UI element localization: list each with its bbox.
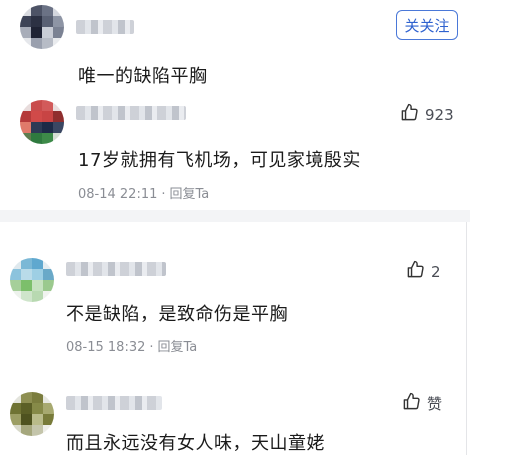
reply-link[interactable]: 回复Ta — [170, 187, 210, 202]
username-blurred[interactable] — [66, 396, 162, 410]
like-count: 923 — [425, 105, 454, 124]
like-button[interactable]: 2 — [406, 260, 441, 283]
thread-border — [466, 222, 467, 455]
avatar[interactable] — [20, 5, 64, 49]
thumbs-up-icon — [402, 392, 421, 415]
like-label: 赞 — [427, 395, 443, 413]
comment-text: 17岁就拥有飞机场，可见家境殷实 — [78, 150, 361, 171]
comment-text: 唯一的缺陷平胸 — [78, 66, 208, 87]
like-button[interactable]: 赞 — [402, 392, 442, 415]
comment-text: 不是缺陷，是致命伤是平胸 — [66, 304, 288, 325]
reply-link[interactable]: 回复Ta — [158, 340, 198, 355]
avatar[interactable] — [20, 100, 64, 144]
comment-date: 08-14 22:11 — [78, 187, 158, 202]
comment-date: 08-15 18:32 — [66, 340, 146, 355]
thumbs-up-icon — [406, 260, 425, 283]
thumbs-up-icon — [400, 103, 419, 126]
comment-meta: 08-15 18:32 · 回复Ta — [66, 340, 198, 355]
username-blurred[interactable] — [76, 106, 186, 120]
username-blurred[interactable] — [66, 262, 166, 276]
section-divider — [0, 210, 470, 222]
like-count: 2 — [431, 262, 441, 281]
avatar[interactable] — [10, 258, 54, 302]
follow-button[interactable]: 关关注 — [396, 10, 458, 40]
like-button[interactable]: 923 — [400, 103, 454, 126]
avatar[interactable] — [10, 392, 54, 436]
comment-text: 而且永远没有女人味，天山童姥 — [66, 433, 325, 454]
username-blurred[interactable] — [76, 20, 134, 34]
comment-meta: 08-14 22:11 · 回复Ta — [78, 187, 210, 202]
